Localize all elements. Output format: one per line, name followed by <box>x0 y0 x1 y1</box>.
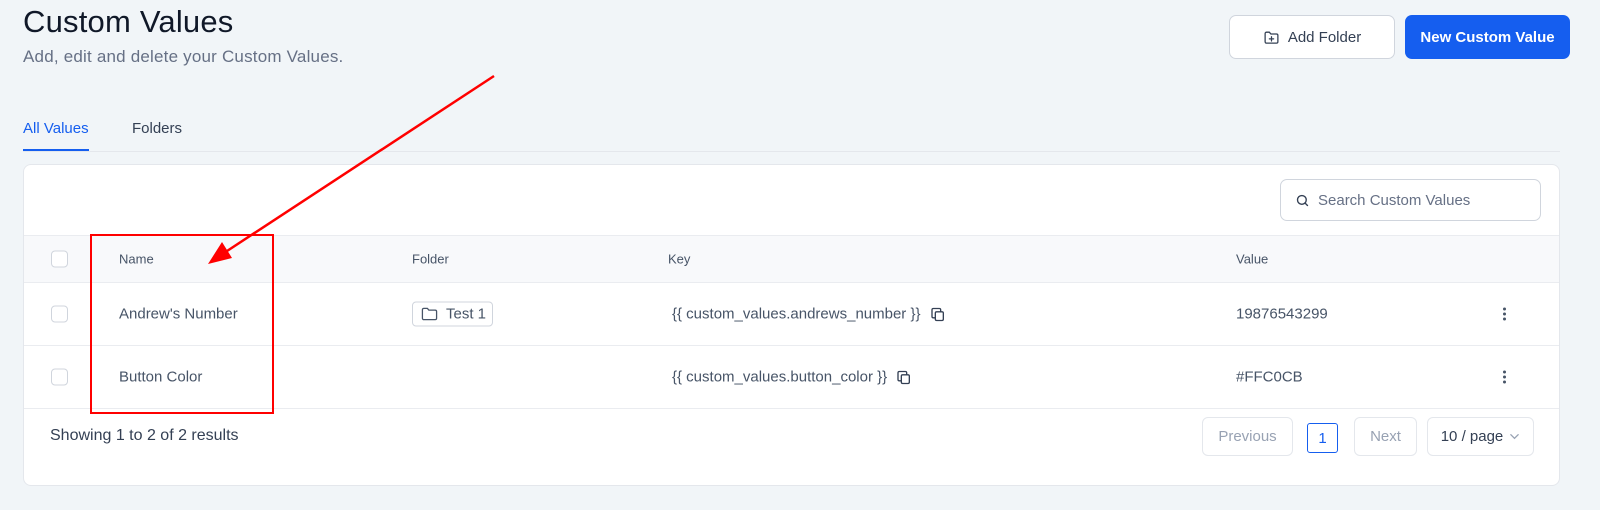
table-header: Name Folder Key Value <box>24 235 1559 283</box>
row-name: Andrew's Number <box>119 305 238 323</box>
add-folder-button[interactable]: Add Folder <box>1229 15 1395 59</box>
next-page-button[interactable]: Next <box>1354 417 1417 456</box>
search-icon <box>1295 193 1310 208</box>
table-row: Andrew's Number Test 1 {{ custom_values.… <box>24 283 1559 346</box>
kebab-menu-icon[interactable] <box>1499 370 1509 384</box>
new-custom-value-label: New Custom Value <box>1420 28 1555 46</box>
copy-icon[interactable] <box>896 369 912 385</box>
column-header-name[interactable]: Name <box>119 252 154 267</box>
folder-icon <box>421 307 438 322</box>
column-header-value: Value <box>1236 251 1269 267</box>
add-folder-label: Add Folder <box>1287 28 1362 46</box>
column-header-folder: Folder <box>412 251 449 267</box>
table-row: Button Color {{ custom_values.button_col… <box>24 346 1559 409</box>
tab-bar: All Values Folders <box>23 112 1560 152</box>
page-number-button[interactable]: 1 <box>1307 423 1338 453</box>
row-folder[interactable]: Test 1 <box>412 301 494 327</box>
tab-folders[interactable]: Folders <box>132 120 182 149</box>
row-key-text: {{ custom_values.button_color }} <box>672 368 888 386</box>
page-size-label: 10 / page <box>1440 428 1504 445</box>
row-key: {{ custom_values.andrews_number }} <box>672 306 946 323</box>
chevron-down-icon <box>1509 431 1520 442</box>
row-key-text: {{ custom_values.andrews_number }} <box>672 305 921 323</box>
search-input[interactable] <box>1318 191 1528 209</box>
page-title: Custom Values <box>23 4 234 39</box>
custom-values-card: Name Folder Key Value Andrew's Number Te… <box>23 164 1560 486</box>
search-box <box>1280 179 1541 221</box>
kebab-menu-icon[interactable] <box>1499 307 1509 321</box>
row-value: 19876543299 <box>1236 305 1328 323</box>
previous-page-button[interactable]: Previous <box>1202 417 1293 456</box>
row-value: #FFC0CB <box>1236 368 1303 386</box>
copy-icon[interactable] <box>930 306 946 322</box>
row-checkbox[interactable] <box>51 305 68 323</box>
folder-chip[interactable]: Test 1 <box>412 301 494 327</box>
row-checkbox[interactable] <box>51 368 68 386</box>
column-header-key: Key <box>668 251 691 267</box>
folder-plus-icon <box>1263 29 1280 46</box>
folder-chip-label: Test 1 <box>446 305 487 323</box>
tab-all-values[interactable]: All Values <box>23 120 89 151</box>
page-size-select[interactable]: 10 / page <box>1427 417 1534 456</box>
select-all-checkbox[interactable] <box>51 250 68 268</box>
row-name: Button Color <box>119 368 203 386</box>
results-summary: Showing 1 to 2 of 2 results <box>50 427 239 444</box>
new-custom-value-button[interactable]: New Custom Value <box>1405 15 1570 59</box>
row-key: {{ custom_values.button_color }} <box>672 369 912 386</box>
page-subtitle: Add, edit and delete your Custom Values. <box>23 47 344 66</box>
